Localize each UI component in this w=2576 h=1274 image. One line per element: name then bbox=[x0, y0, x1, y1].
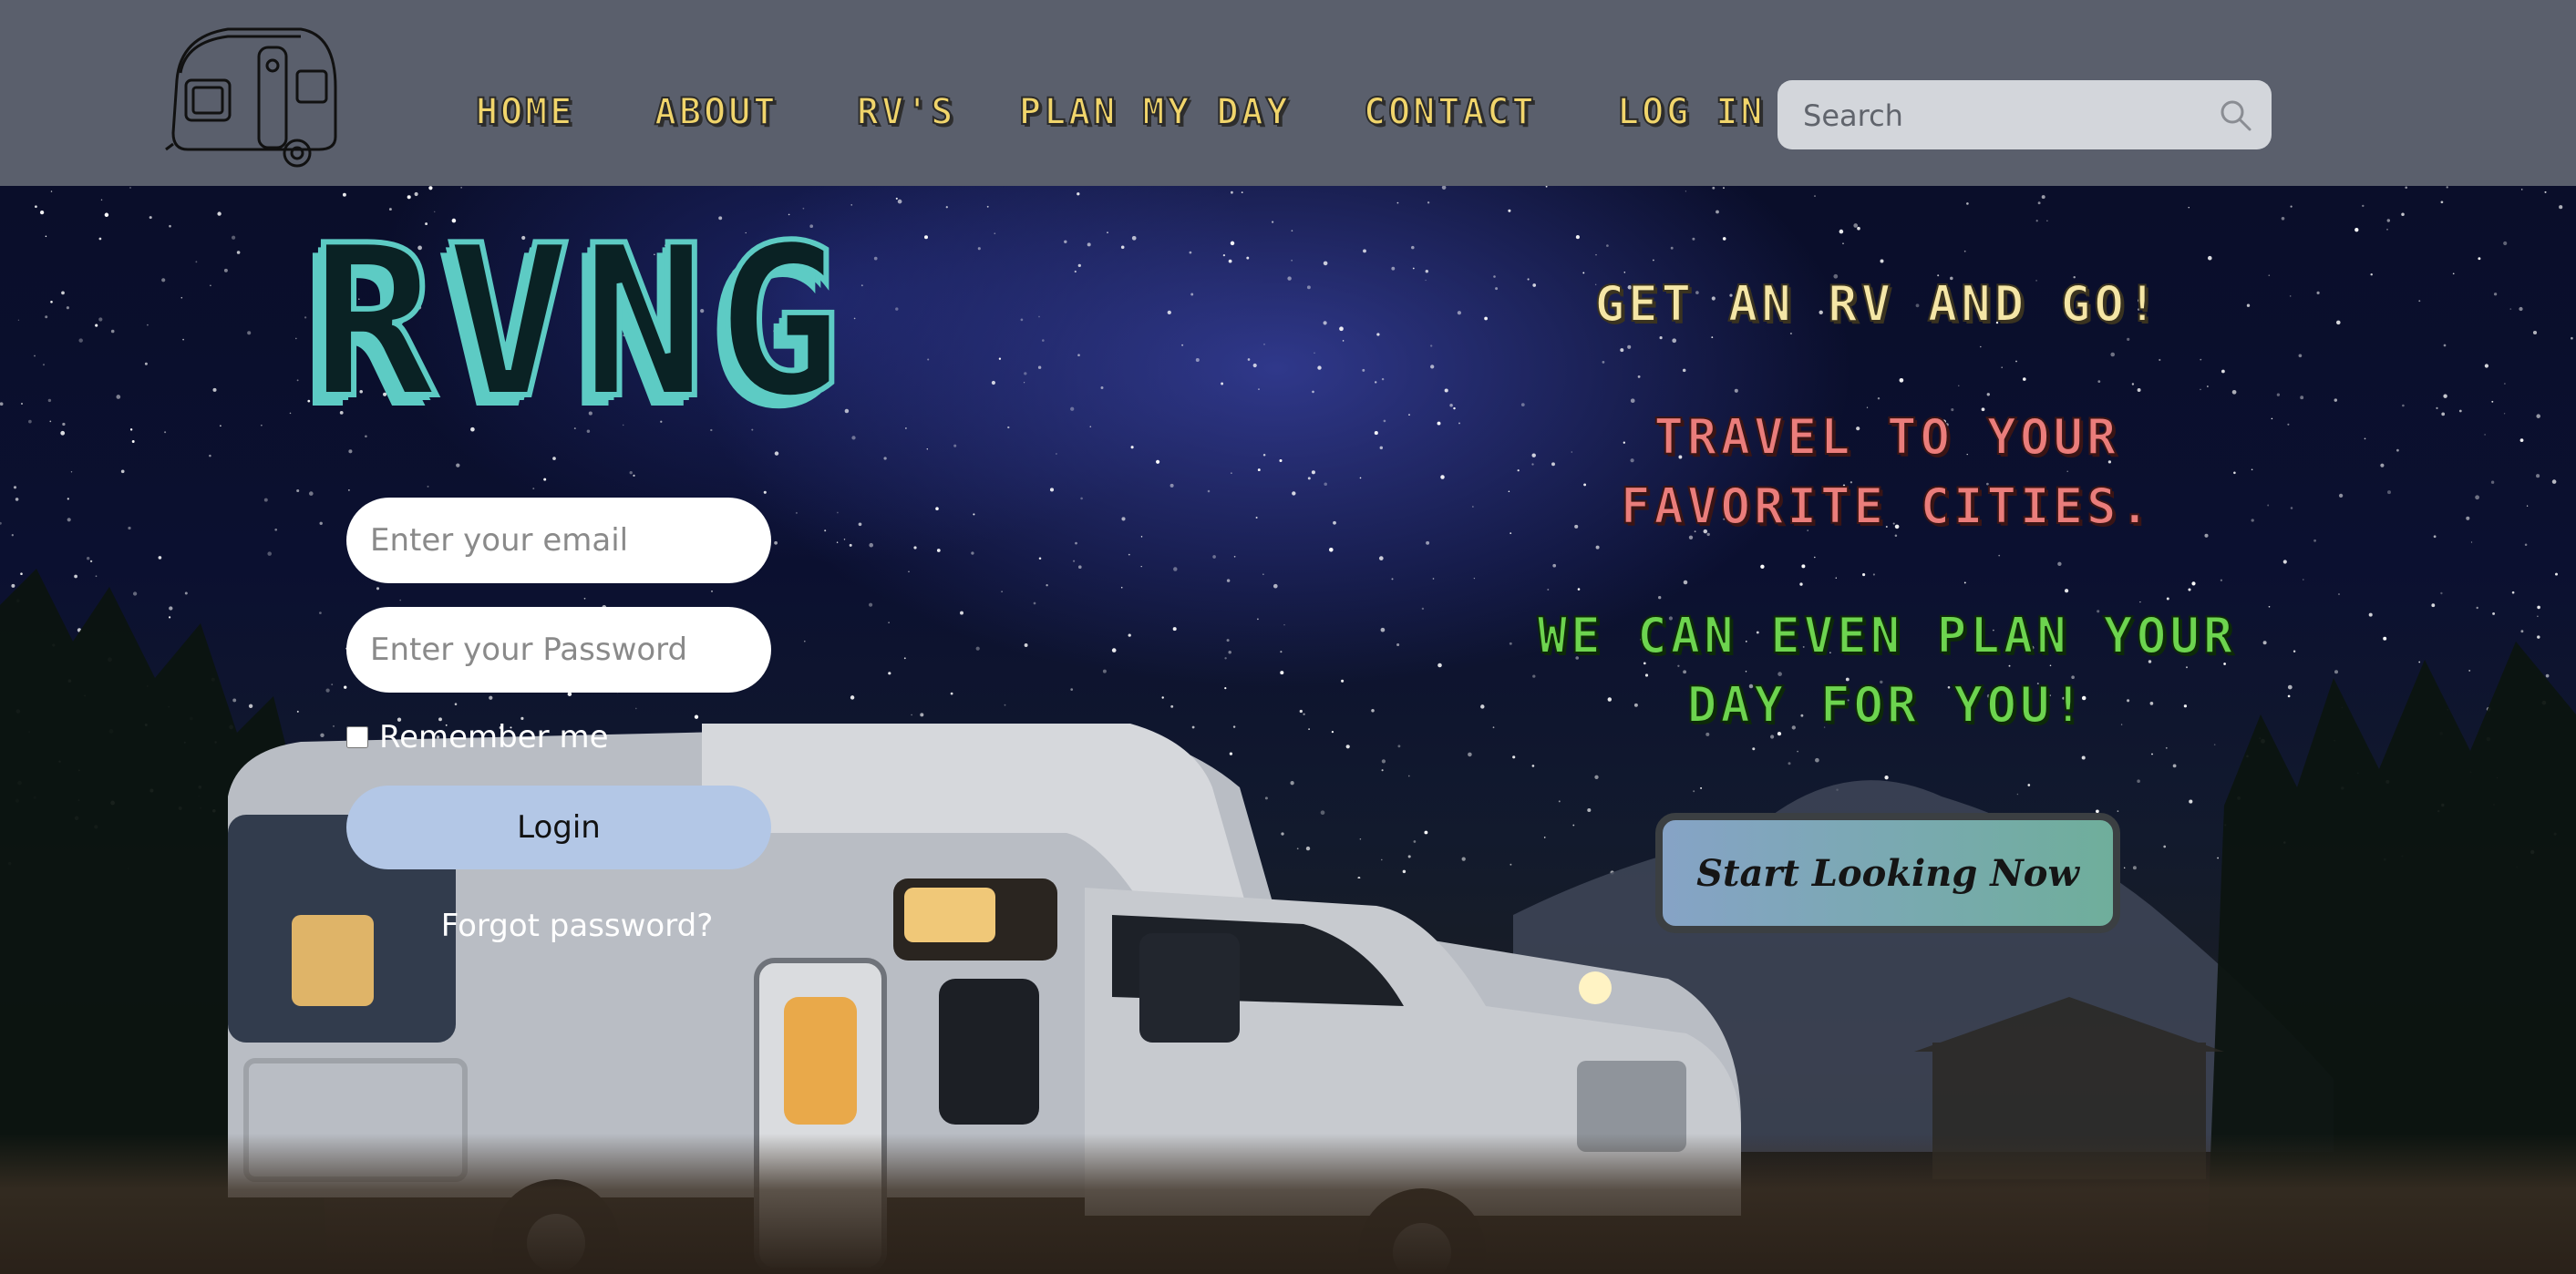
nav-home[interactable]: HOME bbox=[475, 90, 574, 134]
password-field[interactable] bbox=[346, 607, 771, 693]
top-navbar: HOME ABOUT RV'S PLAN MY DAY CONTACT LOG … bbox=[0, 0, 2576, 186]
login-button[interactable]: Login bbox=[346, 786, 771, 869]
start-looking-now-button[interactable]: Start Looking Now bbox=[1655, 813, 2120, 933]
nav-rvs[interactable]: RV'S bbox=[856, 90, 955, 134]
tagline-travel: TRAVEL TO YOUR FAVORITE CITIES. bbox=[1620, 407, 2154, 536]
nav-contact[interactable]: CONTACT bbox=[1363, 90, 1537, 134]
nav-log-in[interactable]: LOG IN bbox=[1616, 90, 1766, 134]
ground bbox=[0, 1134, 2576, 1274]
tagline-get-an-rv: GET AN RV AND GO! bbox=[1594, 274, 2161, 334]
remember-me-row: Remember me bbox=[346, 716, 609, 758]
remember-me-checkbox[interactable] bbox=[346, 726, 368, 748]
remember-me-label: Remember me bbox=[379, 719, 609, 755]
forgot-password-link[interactable]: Forgot password? bbox=[346, 908, 808, 944]
email-field[interactable] bbox=[346, 498, 771, 583]
nav-plan-my-day[interactable]: PLAN MY DAY bbox=[1018, 90, 1291, 134]
search-input[interactable] bbox=[1801, 80, 2188, 151]
search-icon[interactable] bbox=[2219, 98, 2253, 133]
page: HOME ABOUT RV'S PLAN MY DAY CONTACT LOG … bbox=[0, 0, 2576, 1274]
search-box bbox=[1777, 80, 2272, 151]
camper-trailer-logo-icon[interactable] bbox=[164, 16, 343, 170]
tagline-plan-day: WE CAN EVEN PLAN YOUR DAY FOR YOU! bbox=[1537, 606, 2237, 735]
nav-about[interactable]: ABOUT bbox=[654, 90, 778, 134]
brand-title: RVNG bbox=[307, 201, 851, 445]
